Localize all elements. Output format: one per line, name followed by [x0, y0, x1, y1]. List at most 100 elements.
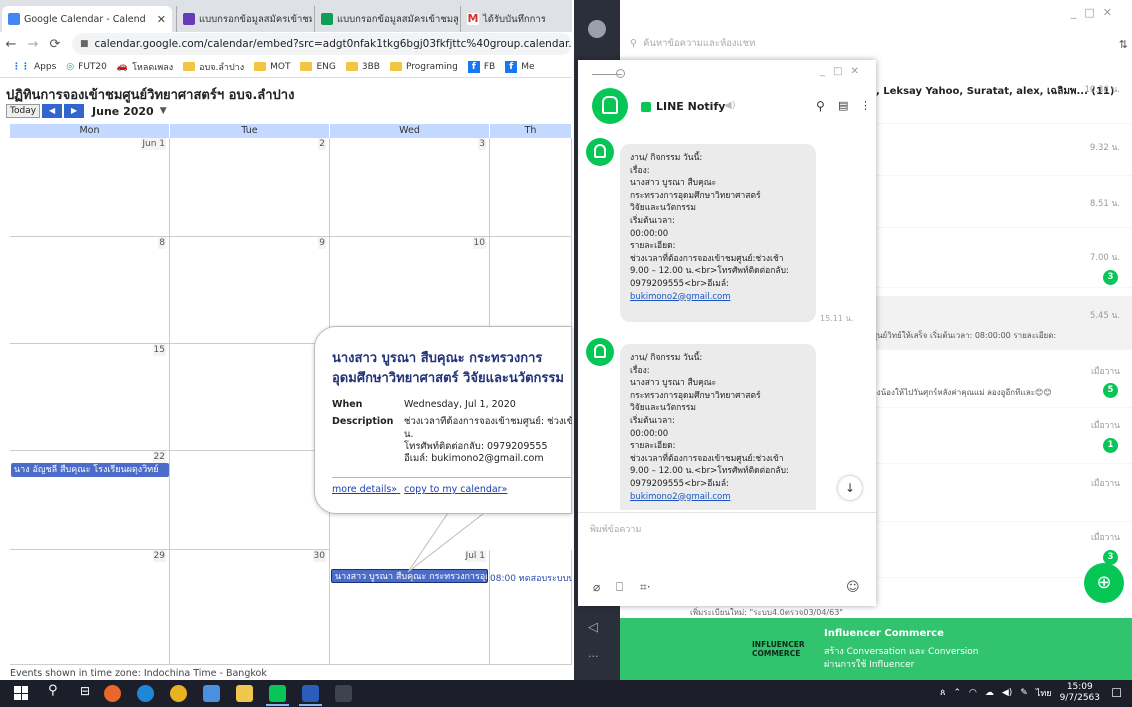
calendar-day-cell[interactable] — [170, 344, 330, 451]
popup-event-title: นางสาว บูรณา สืบคุณะ กระทรวงการอุดมศึกษา… — [332, 351, 564, 386]
calendar-day-cell[interactable] — [170, 451, 330, 550]
calendar-day-cell[interactable]: 8 — [10, 237, 170, 344]
next-month-button[interactable]: ▶ — [64, 104, 85, 118]
tab-gmail[interactable]: M ได้รับบันทึกการ — [460, 6, 572, 32]
message-line: ช่วงเวลาที่ต้องการจองเข้าชมศูนย์:ช่วงเช้… — [630, 253, 784, 264]
calendar-day-cell[interactable]: 2 — [170, 138, 330, 237]
calendar-day-cell[interactable]: 29 — [10, 550, 170, 665]
cloud-icon[interactable]: ☁ — [985, 688, 994, 698]
bookmark-music[interactable]: 🚗 โหลดเพลง — [117, 60, 173, 74]
calendar-day-cell[interactable]: 9 — [170, 237, 330, 344]
message-bubble[interactable]: งาน/ กิจกรรม วันนี้: เรื่อง: นางสาว บูรณ… — [620, 344, 816, 510]
app-icon[interactable] — [203, 685, 220, 702]
edge-icon[interactable] — [137, 685, 154, 702]
calendar-event[interactable]: นาง อัญชลี สืบคุณะ โรงเรียนผดุงวิทย์ — [11, 463, 169, 477]
friends-icon[interactable] — [588, 20, 606, 38]
emoji-icon[interactable]: ☺ — [846, 580, 860, 595]
car-icon: 🚗 — [116, 61, 129, 72]
calendar-day-cell[interactable] — [490, 138, 572, 237]
more-icon[interactable]: ··· — [588, 650, 599, 663]
date-number: 8 — [158, 237, 166, 249]
banner-line: ผ่านการใช้ Influencer — [824, 660, 915, 670]
forward-icon[interactable]: → — [22, 37, 44, 52]
ad-banner[interactable]: INFLUENCER COMMERCE Influencer Commerce … — [620, 618, 1132, 680]
clock[interactable]: 15:09 9/7/2563 — [1060, 682, 1100, 704]
more-details-link[interactable]: more details» — [332, 484, 397, 495]
sheets-icon — [321, 13, 333, 25]
message-line: เรื่อง: — [630, 365, 650, 376]
message-bubble[interactable]: งาน/ กิจกรรม วันนี้: เรื่อง: นางสาว บูรณ… — [620, 144, 816, 322]
tab-form-1[interactable]: แบบกรอกข้อมูลสมัครเข้าชมสู ✕ — [176, 6, 312, 32]
email-link[interactable]: bukimono2@gmail.com — [630, 292, 731, 302]
menu-icon[interactable]: ⋮ — [860, 99, 871, 112]
crop-icon[interactable]: ⌗· — [640, 580, 651, 595]
chevron-up-icon[interactable]: ⌃ — [953, 688, 961, 698]
calendar-day-cell[interactable]: 15 — [10, 344, 170, 451]
close-icon[interactable]: ✕ — [157, 13, 166, 26]
calendar-event-text[interactable]: 08:00 ทดสอบระบบบ — [490, 571, 572, 585]
notifications-icon[interactable]: ☐ — [1111, 686, 1122, 700]
bookmark-folder-programing[interactable]: Programing — [389, 62, 458, 72]
start-icon[interactable] — [14, 686, 28, 700]
copy-to-calendar-link[interactable]: copy to my calendar» — [404, 484, 507, 495]
tab-title: Google Calendar - Calend — [24, 13, 146, 25]
pen-icon[interactable]: ✎ — [1020, 688, 1028, 698]
task-view-icon[interactable]: ⊟ — [80, 684, 90, 698]
message-line: เริ่มต้นเวลา: — [630, 215, 675, 226]
url-input[interactable]: ■ calendar.google.com/calendar/embed?src… — [72, 33, 572, 55]
search-icon[interactable]: ⚲ — [816, 99, 825, 113]
notes-icon[interactable]: ▤ — [838, 99, 848, 112]
app-icon[interactable] — [335, 685, 352, 702]
attach-icon[interactable]: ⌀ — [593, 580, 600, 594]
bookmark-fb[interactable]: f FB — [467, 60, 495, 73]
email-link[interactable]: bukimono2@gmail.com — [630, 492, 731, 502]
calendar-day-cell[interactable]: 30 — [170, 550, 330, 665]
folder-icon — [254, 62, 267, 71]
chat-search-input[interactable]: ⚲ ค้นหาข้อความและห้องแชท — [630, 36, 1110, 58]
bookmark-folder-3bb[interactable]: 3BB — [345, 62, 380, 72]
tab-google-calendar[interactable]: Google Calendar - Calend ✕ — [2, 6, 172, 32]
volume-icon[interactable]: ◀) — [1002, 688, 1012, 698]
description-line: ช่วงเวลาที่ต้องการจองเข้าชมศูนย์: ช่วงเข… — [404, 416, 572, 427]
today-button[interactable]: Today — [6, 104, 41, 118]
firefox-icon[interactable] — [104, 685, 121, 702]
banner-line: สร้าง Conversation และ Conversion — [824, 647, 979, 657]
bookmark-me[interactable]: f Me — [505, 60, 535, 73]
bookmark-fut20[interactable]: ◎ FUT20 — [66, 62, 107, 72]
file-explorer-icon[interactable] — [236, 685, 253, 702]
scroll-down-button[interactable]: ↓ — [838, 476, 862, 500]
description-label: Description — [332, 416, 394, 427]
chrome-icon[interactable] — [170, 685, 187, 702]
window-controls[interactable]: _□✕ — [820, 66, 867, 77]
search-icon[interactable]: ⚲ — [48, 683, 58, 698]
tab-form-2[interactable]: แบบกรอกข้อมูลสมัครเข้าชมสู ✕ — [314, 6, 458, 32]
line-app-icon[interactable] — [269, 685, 286, 702]
chat-time: 8.51 น. — [1089, 199, 1120, 209]
message-line: เรื่อง: — [630, 165, 650, 176]
new-chat-button[interactable]: ⊕ — [1084, 563, 1124, 603]
people-icon[interactable]: ጰ — [940, 688, 945, 698]
line-notify-avatar[interactable] — [592, 88, 628, 124]
calendar-day-cell[interactable] — [490, 550, 572, 665]
bookmark-folder-mot[interactable]: MOT — [254, 62, 290, 72]
sort-icon[interactable]: ⇅ — [1119, 38, 1128, 51]
announcement-icon[interactable]: ◁ — [588, 620, 598, 635]
pin-icon[interactable] — [616, 69, 625, 78]
wifi-icon[interactable]: ◠ — [969, 688, 977, 698]
reload-icon[interactable]: ⟳ — [44, 37, 66, 52]
bookmark-icon[interactable]: ⎕ — [616, 580, 623, 595]
calendar-day-cell[interactable]: Jun 1 — [10, 138, 170, 237]
bookmark-folder-lampang[interactable]: อบจ.ลำปาง — [183, 60, 244, 74]
chevron-down-icon[interactable]: ▼ — [160, 106, 167, 116]
prev-month-button[interactable]: ◀ — [42, 104, 63, 118]
back-icon[interactable]: ← — [0, 37, 22, 52]
day-header-row: Mon Tue Wed Th — [10, 124, 572, 138]
bookmark-folder-eng[interactable]: ENG — [300, 62, 336, 72]
message-input[interactable]: พิมพ์ข้อความ — [590, 522, 641, 536]
window-controls[interactable]: _□✕ — [1071, 6, 1120, 19]
word-icon[interactable] — [302, 685, 319, 702]
banner-title: Influencer Commerce — [824, 628, 944, 639]
language-indicator[interactable]: ไทย — [1036, 686, 1052, 700]
bookmark-apps[interactable]: ⋮⋮ Apps — [12, 62, 56, 72]
calendar-day-cell[interactable]: 3 — [330, 138, 490, 237]
